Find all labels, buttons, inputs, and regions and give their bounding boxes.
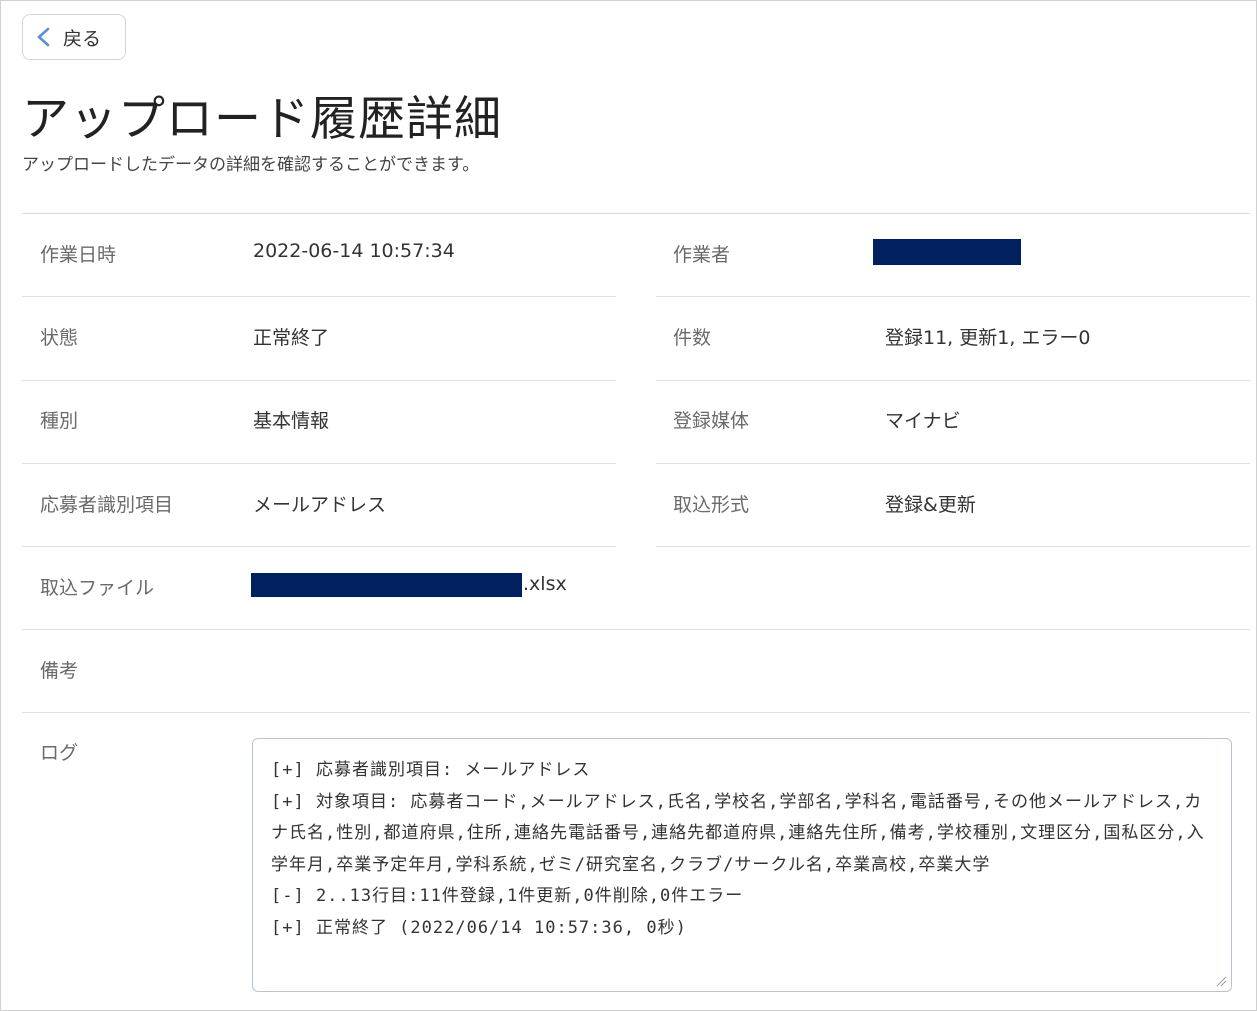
page-title: アップロード履歴詳細 (22, 92, 502, 147)
import-file-label: 取込ファイル (40, 577, 155, 599)
work-datetime-label: 作業日時 (40, 244, 117, 266)
operator-label: 作業者 (673, 244, 731, 266)
row-divider (22, 712, 1250, 713)
log-line: [+] 応募者識別項目: メールアドレス (271, 760, 591, 780)
log-line: [+] 正常終了 (2022/06/14 10:57:36, 0秒) (271, 917, 687, 938)
import-format-value: 登録&更新 (885, 494, 976, 516)
remarks-label: 備考 (40, 660, 79, 682)
media-value: マイナビ (885, 410, 961, 432)
row-divider (22, 380, 616, 381)
row-divider (656, 380, 1250, 381)
chevron-left-icon (37, 27, 50, 47)
log-label: ログ (40, 742, 79, 764)
status-value: 正常終了 (253, 327, 330, 349)
back-button-label: 戻る (63, 27, 102, 50)
type-value: 基本情報 (253, 410, 330, 432)
row-divider (22, 296, 616, 297)
import-format-label: 取込形式 (673, 494, 750, 516)
log-textarea[interactable]: [+] 応募者識別項目: メールアドレス [+] 対象項目: 応募者コード,メー… (252, 738, 1232, 992)
row-divider (656, 546, 1250, 547)
applicant-id-item-value: メールアドレス (253, 494, 387, 516)
row-divider (656, 463, 1250, 464)
row-divider (22, 629, 1250, 630)
operator-value-redacted (873, 239, 1021, 265)
work-datetime-value: 2022-06-14 10:57:34 (253, 240, 455, 262)
count-label: 件数 (673, 327, 712, 349)
log-line: [+] 対象項目: 応募者コード,メールアドレス,氏名,学校名,学部名,学科名,… (271, 791, 1205, 875)
row-divider (656, 296, 1250, 297)
row-divider (22, 463, 616, 464)
resize-handle-icon[interactable] (1215, 975, 1227, 987)
applicant-id-item-label: 応募者識別項目 (40, 494, 174, 516)
header-divider (22, 213, 1250, 214)
back-button[interactable]: 戻る (22, 14, 126, 60)
log-line: [-] 2..13行目:11件登録,1件更新,0件削除,0件エラー (271, 886, 744, 906)
type-label: 種別 (40, 410, 79, 432)
import-file-name-redacted (251, 573, 522, 597)
status-label: 状態 (40, 327, 79, 349)
media-label: 登録媒体 (673, 410, 750, 432)
import-file-extension: .xlsx (523, 573, 567, 595)
row-divider (22, 546, 616, 547)
count-value: 登録11, 更新1, エラー0 (885, 327, 1091, 349)
page-subtitle: アップロードしたデータの詳細を確認することができます。 (22, 155, 480, 175)
